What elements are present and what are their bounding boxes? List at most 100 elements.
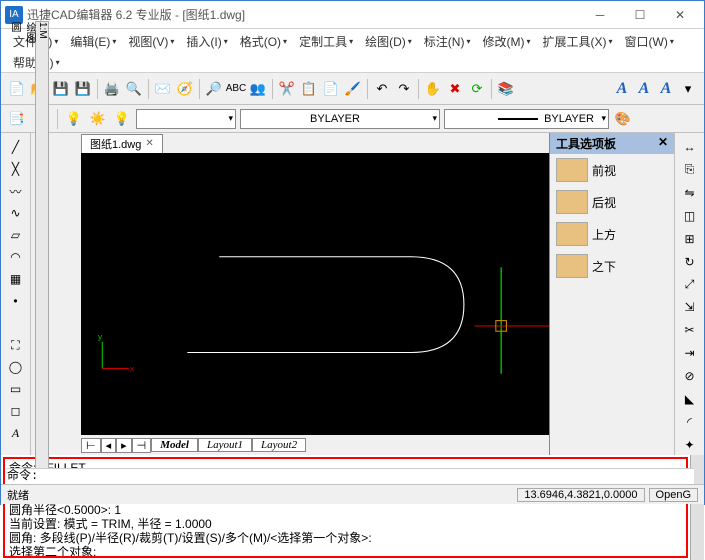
refresh-icon[interactable]: ⟳ xyxy=(467,79,487,99)
standard-toolbar: 📄 📂 💾 💾 🖨️ 🔍 ✉️ 🧭 🔎 ABC 👥 ✂️ 📋 📄 🖌️ ↶ ↷ … xyxy=(1,73,704,105)
vertical-tabs[interactable]: 1:M 绘图 圆 xyxy=(35,21,49,484)
svg-text:y: y xyxy=(98,332,103,342)
extend-icon[interactable]: ⇥ xyxy=(679,343,701,363)
layout-tabs: ⊢ ◂ ▸ ⊣ Model Layout1 Layout2 xyxy=(31,435,549,455)
palette-item[interactable]: 之下 xyxy=(550,250,674,282)
canvas-svg: x y xyxy=(81,153,549,435)
status-text: 就绪 xyxy=(7,487,29,503)
layout-last-button[interactable]: ⊣ xyxy=(132,438,152,453)
copy2-icon[interactable]: ⎘ xyxy=(679,160,701,180)
document-tabs: 图纸1.dwg ✕ xyxy=(31,133,549,153)
menu-draw[interactable]: 绘图(D)▾ xyxy=(359,31,418,52)
redo-icon[interactable]: ↷ xyxy=(394,79,414,99)
match-icon[interactable]: 🖌️ xyxy=(343,79,363,99)
linetype-combo[interactable]: BYLAYER xyxy=(240,109,440,129)
palette-item[interactable]: 前视 xyxy=(550,154,674,186)
layout-tab-model[interactable]: Model xyxy=(151,438,198,452)
save-icon[interactable]: 💾 xyxy=(51,79,71,99)
command-input[interactable]: 命令: xyxy=(7,468,688,484)
mirror-icon[interactable]: ⇋ xyxy=(679,183,701,203)
rotate-icon[interactable]: ↻ xyxy=(679,252,701,272)
palette-item[interactable]: 后视 xyxy=(550,186,674,218)
paste-icon[interactable]: 📄 xyxy=(321,79,341,99)
layers-icon[interactable]: 📚 xyxy=(496,79,516,99)
thumb-icon xyxy=(556,190,588,214)
print-icon[interactable]: 🖨️ xyxy=(102,79,122,99)
menu-edit[interactable]: 编辑(E)▾ xyxy=(64,31,122,52)
text-a3-icon[interactable]: A xyxy=(656,79,676,99)
menu-ext-tools[interactable]: 扩展工具(X)▾ xyxy=(536,31,618,52)
layout-prev-button[interactable]: ◂ xyxy=(101,438,117,453)
separator xyxy=(199,79,200,99)
scale-icon[interactable]: ⤢ xyxy=(679,275,701,295)
modify-toolbar: ↔ ⎘ ⇋ ◫ ⊞ ↻ ⤢ ⇲ ✂ ⇥ ⊘ ◣ ◜ ✦ xyxy=(674,133,704,455)
break-icon[interactable]: ⊘ xyxy=(679,366,701,386)
move-icon[interactable]: ↔ xyxy=(679,137,701,157)
menu-format[interactable]: 格式(O)▾ xyxy=(234,31,293,52)
doc-tab[interactable]: 图纸1.dwg ✕ xyxy=(81,134,163,153)
menu-insert[interactable]: 插入(I)▾ xyxy=(180,31,233,52)
offset-icon[interactable]: ◫ xyxy=(679,206,701,226)
stretch-icon[interactable]: ⇲ xyxy=(679,297,701,317)
explorer-icon[interactable]: 🧭 xyxy=(175,79,195,99)
lineweight-combo[interactable]: BYLAYER xyxy=(444,109,609,129)
trim-icon[interactable]: ✂ xyxy=(679,320,701,340)
color-icon[interactable]: 🎨 xyxy=(613,109,633,129)
thumb-icon xyxy=(556,254,588,278)
copy-icon[interactable]: 📋 xyxy=(299,79,319,99)
drawing-canvas[interactable]: x y xyxy=(81,153,549,435)
titlebar: IA 迅捷CAD编辑器 6.2 专业版 - [图纸1.dwg] ─ ☐ ✕ xyxy=(1,1,704,29)
fillet-icon[interactable]: ◜ xyxy=(679,412,701,432)
audit-icon[interactable]: 👥 xyxy=(248,79,268,99)
main-area: ╱ ╳ 〰 ∿ ▱ ◠ ▦ • ⛶ ◯ ▭ ◻ A 1:M 绘图 圆 图纸1.d… xyxy=(1,133,704,455)
menu-custom-tools[interactable]: 定制工具▾ xyxy=(293,31,359,52)
maximize-button[interactable]: ☐ xyxy=(620,3,660,27)
bulb-icon[interactable]: 💡 xyxy=(64,109,84,129)
palette-item[interactable]: 上方 xyxy=(550,218,674,250)
text-a2-icon[interactable]: A xyxy=(634,79,654,99)
close-button[interactable]: ✕ xyxy=(660,3,700,27)
spell-icon[interactable]: ABC xyxy=(226,79,246,99)
command-area: 命令: _FILLET 当前设置: 模式 = TRIM, 半径 = 0.5000… xyxy=(1,455,704,560)
menu-modify[interactable]: 修改(M)▾ xyxy=(476,31,536,52)
explode-icon[interactable]: ✦ xyxy=(679,435,701,455)
thumb-icon xyxy=(556,158,588,182)
palette-title: 工具选项板 xyxy=(556,135,616,152)
separator xyxy=(272,79,273,99)
array-icon[interactable]: ⊞ xyxy=(679,229,701,249)
minimize-button[interactable]: ─ xyxy=(580,3,620,27)
undo-icon[interactable]: ↶ xyxy=(372,79,392,99)
layout-first-button[interactable]: ⊢ xyxy=(81,438,101,453)
find-icon[interactable]: 🔎 xyxy=(204,79,224,99)
coord-readout: 13.6946,4.3821,0.0000 xyxy=(517,488,644,502)
window-title: 迅捷CAD编辑器 6.2 专业版 - [图纸1.dwg] xyxy=(27,6,580,23)
separator xyxy=(97,79,98,99)
separator xyxy=(148,79,149,99)
mail-icon[interactable]: ✉️ xyxy=(153,79,173,99)
thumb-icon xyxy=(556,222,588,246)
text-a-icon[interactable]: A xyxy=(612,79,632,99)
render-mode[interactable]: OpenG xyxy=(649,488,698,502)
bulb2-icon[interactable]: 💡 xyxy=(112,109,132,129)
layer-combo[interactable] xyxy=(136,109,236,129)
preview-icon[interactable]: 🔍 xyxy=(124,79,144,99)
drop-icon[interactable]: ▾ xyxy=(678,79,698,99)
pan-icon[interactable]: ✋ xyxy=(423,79,443,99)
palette-close-icon[interactable]: ✕ xyxy=(658,135,668,152)
chamfer-icon[interactable]: ◣ xyxy=(679,389,701,409)
layout-tab-2[interactable]: Layout2 xyxy=(252,438,306,452)
saveall-icon[interactable]: 💾 xyxy=(73,79,93,99)
layout-tab-1[interactable]: Layout1 xyxy=(198,438,252,452)
cut-icon[interactable]: ✂️ xyxy=(277,79,297,99)
center-area: 1:M 绘图 圆 图纸1.dwg ✕ x y ⊢ ◂ xyxy=(31,133,549,455)
menu-dimension[interactable]: 标注(N)▾ xyxy=(418,31,477,52)
doc-tab-label: 图纸1.dwg xyxy=(90,136,141,152)
menubar: 文件(F)▾ 编辑(E)▾ 视图(V)▾ 插入(I)▾ 格式(O)▾ 定制工具▾… xyxy=(1,29,704,73)
layout-next-button[interactable]: ▸ xyxy=(116,438,132,453)
sun-icon[interactable]: ☀️ xyxy=(88,109,108,129)
delete-icon[interactable]: ✖ xyxy=(445,79,465,99)
menu-view[interactable]: 视图(V)▾ xyxy=(122,31,180,52)
right-panels: 工具选项板 ✕ 前视 后视 上方 之下 ↔ ⎘ ⇋ ◫ ⊞ ↻ ⤢ ⇲ ✂ ⇥ … xyxy=(549,133,704,455)
close-tab-icon[interactable]: ✕ xyxy=(145,138,153,149)
menu-window[interactable]: 窗口(W)▾ xyxy=(619,31,680,52)
